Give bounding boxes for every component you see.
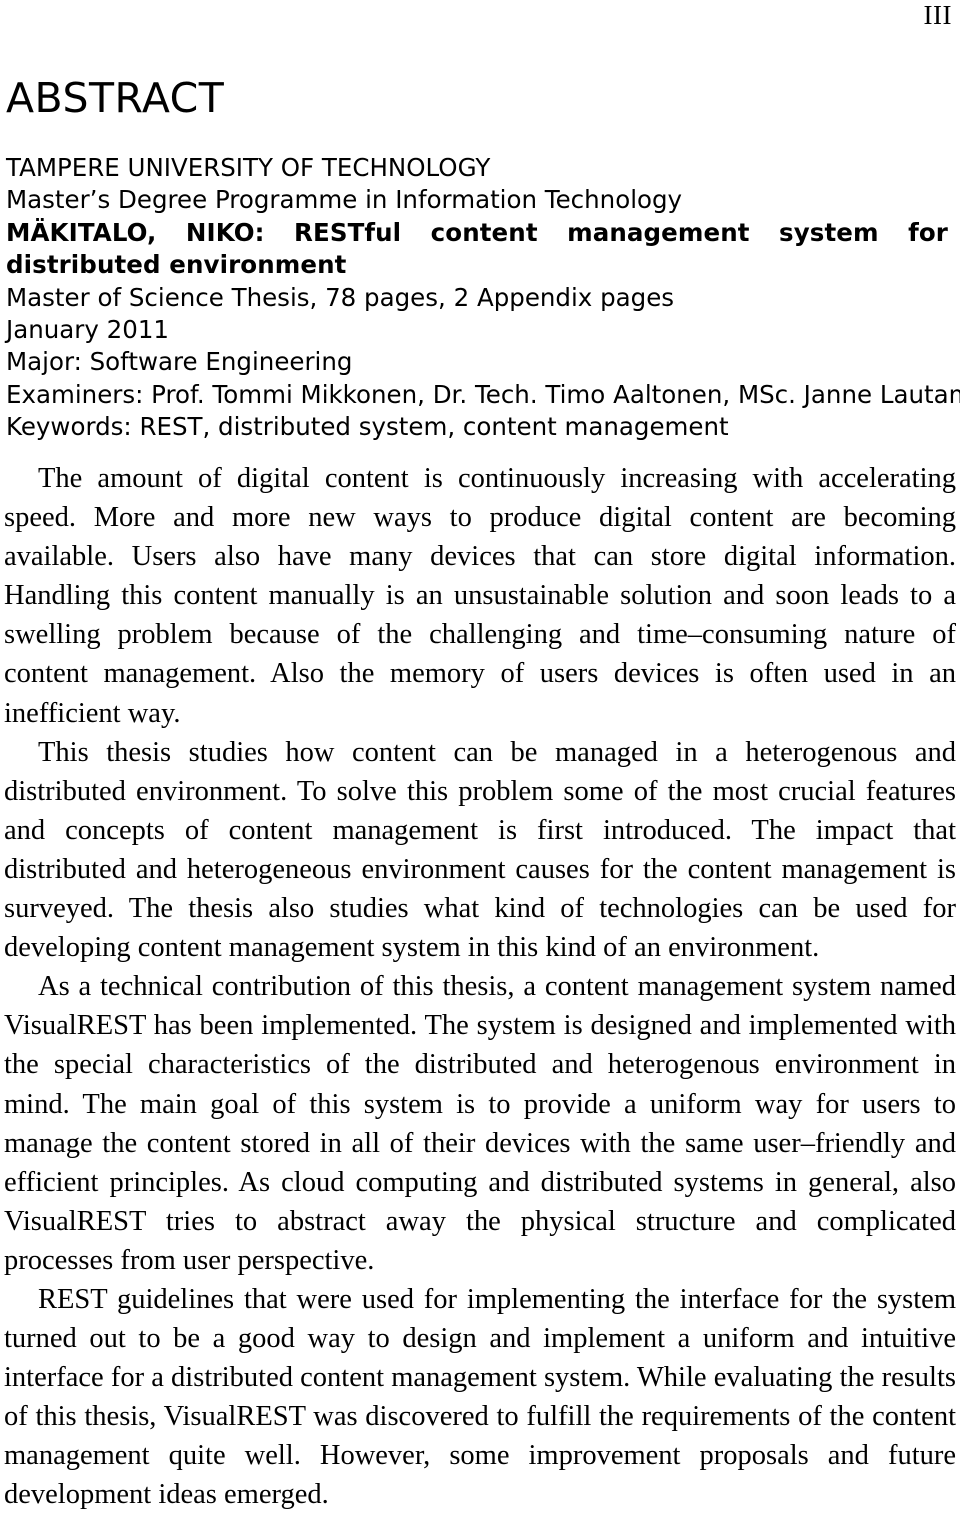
metadata-date: January 2011: [6, 315, 170, 345]
abstract-body: The amount of digital content is continu…: [4, 459, 956, 1515]
metadata-major: Major: Software Engineering: [6, 347, 353, 377]
metadata-keywords: Keywords: REST, distributed system, cont…: [6, 412, 729, 442]
abstract-paragraph: This thesis studies how content can be m…: [4, 736, 956, 964]
page-title: ABSTRACT: [6, 74, 225, 122]
metadata-programme: Master’s Degree Programme in Information…: [6, 185, 683, 215]
bibliographic-metadata: TAMPERE UNIVERSITY OF TECHNOLOGY Master’…: [6, 152, 960, 444]
metadata-thesis-type: Master of Science Thesis, 78 pages, 2 Ap…: [6, 282, 675, 312]
metadata-examiners: Examiners: Prof. Tommi Mikkonen, Dr. Tec…: [6, 379, 960, 409]
abstract-paragraph: The amount of digital content is continu…: [4, 463, 956, 729]
page-number: III: [923, 0, 952, 30]
metadata-university: TAMPERE UNIVERSITY OF TECHNOLOGY: [6, 153, 491, 182]
document-page: III ABSTRACT TAMPERE UNIVERSITY OF TECHN…: [0, 0, 960, 1510]
abstract-paragraph: REST guidelines that were used for imple…: [4, 1283, 956, 1511]
metadata-author-title: MÄKITALO, NIKO: RESTful content manageme…: [6, 217, 948, 280]
abstract-paragraph: As a technical contribution of this thes…: [4, 971, 956, 1276]
